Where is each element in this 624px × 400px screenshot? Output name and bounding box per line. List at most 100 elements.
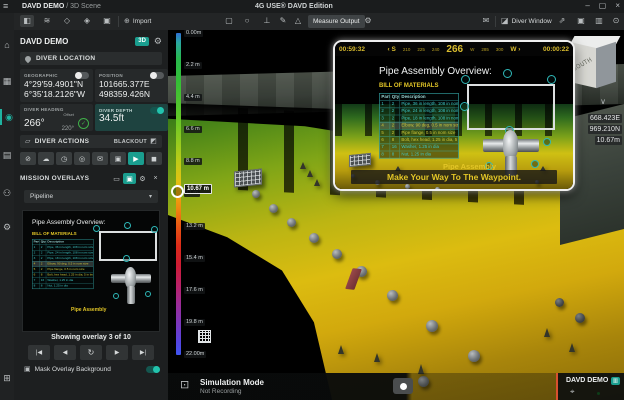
hud-bom-row: 42Elbow, 90 deg, 0.5 in nom size [380, 122, 458, 129]
depth-tick-label: 0.00m [184, 30, 203, 37]
depth-toggle[interactable] [150, 107, 164, 114]
layers-tool-icon[interactable]: ≋ [40, 15, 54, 27]
hud-bom-row: 32Pipe, 18 in length, 108 in nom size [380, 115, 458, 122]
next-overlay-button[interactable]: ▶ [106, 345, 128, 360]
import-button[interactable]: ⊕ Import [124, 15, 151, 27]
chevron-down-icon[interactable]: ∨ [600, 98, 606, 106]
home-icon[interactable]: ⌂ [0, 37, 14, 53]
geographic-card: GEOGRAPHIC 4°29'59.4901"N 6°35'18.2126"W [20, 69, 93, 102]
diver-actions-header: ▱ DIVER ACTIONS BLACKOUT ◩ [20, 135, 162, 148]
survey-pole-icon[interactable]: ⊥ [260, 15, 274, 27]
position-toggle[interactable] [150, 72, 164, 79]
marker-tool-icon[interactable]: ◈ [80, 15, 94, 27]
open-external-icon[interactable]: ⇗ [555, 15, 569, 27]
snapshot-icon[interactable]: ▣ [574, 15, 588, 27]
depth-tick-label: 2.2 m [184, 62, 202, 69]
bom-row: 52Pipe flange, 0.5 in nom size [33, 267, 94, 273]
app-title: DAVD DEMO / 3D Scene [22, 3, 101, 10]
terrain-tool-icon[interactable]: ◧ [20, 15, 34, 27]
refresh-overlay-button[interactable]: ↻ [80, 345, 102, 360]
toolbox-icon[interactable]: ▤ [0, 147, 14, 163]
media-tool-icon[interactable]: ▣ [100, 15, 114, 27]
info-easting: 668.423E [588, 114, 622, 123]
circle-tool-icon[interactable]: ○ [240, 15, 254, 27]
message-action-icon[interactable]: ✉ [92, 152, 108, 165]
breadcrumb: / 3D Scene [66, 3, 101, 10]
hamburger-menu-icon[interactable]: ≡ [3, 2, 8, 11]
hud-bom-title: BILL OF MATERIALS [379, 83, 438, 89]
navigation-cube[interactable]: SOUTH [570, 36, 620, 94]
cube-south-label: SOUTH [572, 57, 594, 73]
cloud-action-icon[interactable]: ☁ [38, 152, 54, 165]
overlay-mode-b-icon[interactable]: ▣ [123, 173, 136, 184]
heading-value: 266° [24, 119, 45, 129]
chat-icon[interactable]: ✉ [479, 15, 493, 27]
overlay-close-icon[interactable]: × [149, 173, 162, 184]
depth-tick-label: 15.4 m [184, 255, 205, 262]
minimize-button[interactable]: – [585, 1, 589, 10]
hud-badge-icon[interactable]: ▥ [611, 377, 620, 385]
overlay-settings-gear-icon[interactable]: ⚙ [136, 173, 149, 184]
display-off-action-icon[interactable]: ⊘ [20, 152, 36, 165]
draw-line-icon[interactable]: ✎ [276, 15, 290, 27]
timer-action-icon[interactable]: ◷ [56, 152, 72, 165]
diagram-marker [461, 75, 470, 84]
diver-info-readout: 668.423E 969.210N 10.67m [588, 114, 622, 145]
video-action-icon[interactable]: ◼ [146, 152, 162, 165]
diagram-marker [460, 102, 469, 111]
hud-bom-row: 12Pipe, 36 in length, 108 in nom size [380, 100, 458, 107]
bom-row: 32Pipe, 18 in length, 108 in nom size [33, 256, 94, 262]
map-icon[interactable]: ▥ [592, 15, 606, 27]
waypoint-sphere [332, 249, 342, 259]
waypoint-sphere [387, 290, 398, 301]
image-action-icon[interactable]: ▣ [110, 152, 126, 165]
mask-overlay-label: Mask Overlay Background [35, 366, 111, 373]
preview-assembly-label: Pipe Assembly [71, 307, 106, 313]
preview-bom-title: BILL OF MATERIALS [32, 231, 77, 236]
focus-target-icon[interactable]: ⌖ [570, 388, 575, 396]
mask-overlay-toggle[interactable] [146, 366, 160, 373]
previous-overlay-button[interactable]: ◀ [54, 345, 76, 360]
target-action-icon[interactable]: ◎ [74, 152, 90, 165]
diver-depth-marker-label: 10.67 m [184, 184, 212, 194]
mesh-tool-icon[interactable]: ◇ [60, 15, 74, 27]
depth-tick-label: 13.2 m [184, 223, 205, 230]
edition-label: 4G USE® DAVD Edition [255, 3, 333, 10]
recording-status: Not Recording [200, 388, 242, 395]
measure-settings-gear-icon[interactable]: ⚙ [361, 15, 375, 27]
maximize-button[interactable]: ▢ [599, 1, 607, 10]
play-overlay-action-icon[interactable]: ▶ [128, 152, 144, 165]
depth-tick-label: 6.6 m [184, 126, 202, 133]
3d-badge[interactable]: 3D [135, 37, 149, 46]
depth-tick-label: 17.6 m [184, 287, 205, 294]
robot-icon[interactable]: ⚇ [0, 185, 14, 201]
overlay-select-dropdown[interactable]: Pipeline ▾ [24, 190, 158, 203]
diver-window-button[interactable]: ◪ Diver Window [501, 15, 552, 27]
geographic-toggle[interactable] [75, 72, 89, 79]
close-button[interactable]: × [615, 1, 620, 10]
angle-measure-icon[interactable]: △ [291, 15, 305, 27]
settings-gear-icon[interactable]: ⚙ [0, 219, 14, 235]
bom-row: 12Pipe, 36 in length, 108 in nom size [33, 245, 94, 251]
panel-settings-gear-icon[interactable]: ⚙ [154, 37, 162, 46]
waypoint-sphere [287, 218, 296, 227]
left-nav-rail: ⌂ ▦ ◉ ▤ ⚇ ⚙ ⊞ [0, 13, 14, 400]
diagram-marker [503, 69, 512, 78]
info-northing: 969.210N [588, 125, 622, 134]
last-overlay-button[interactable]: ▶| [132, 345, 154, 360]
longitude-value: 6°35'18.2126"W [24, 89, 89, 99]
diver-hud-window[interactable]: Pipe Assembly Overview: BILL OF MATERIAL… [333, 40, 575, 191]
camera-icon[interactable]: ⊙ [609, 15, 623, 27]
northing-value: 498359.426N [99, 89, 164, 99]
blackout-icon[interactable]: ◩ [150, 138, 157, 145]
measure-output-button[interactable]: Measure Output [308, 15, 365, 28]
dashboard-icon[interactable]: ▦ [0, 73, 14, 89]
selection-box-icon[interactable]: ▢ [222, 15, 236, 27]
record-button[interactable] [393, 378, 413, 394]
hud-heading-value: 266 [446, 44, 463, 55]
3d-scene-viewport[interactable]: 0.00m2.2 m4.4 m6.6 m8.8 m11 m13.2 m15.4 … [168, 30, 624, 400]
overlay-mode-a-icon[interactable]: ▭ [110, 173, 123, 184]
mask-checkbox-icon[interactable]: ▣ [24, 366, 31, 373]
first-overlay-button[interactable]: |◀ [28, 345, 50, 360]
add-scene-icon[interactable]: ⊞ [0, 370, 14, 386]
